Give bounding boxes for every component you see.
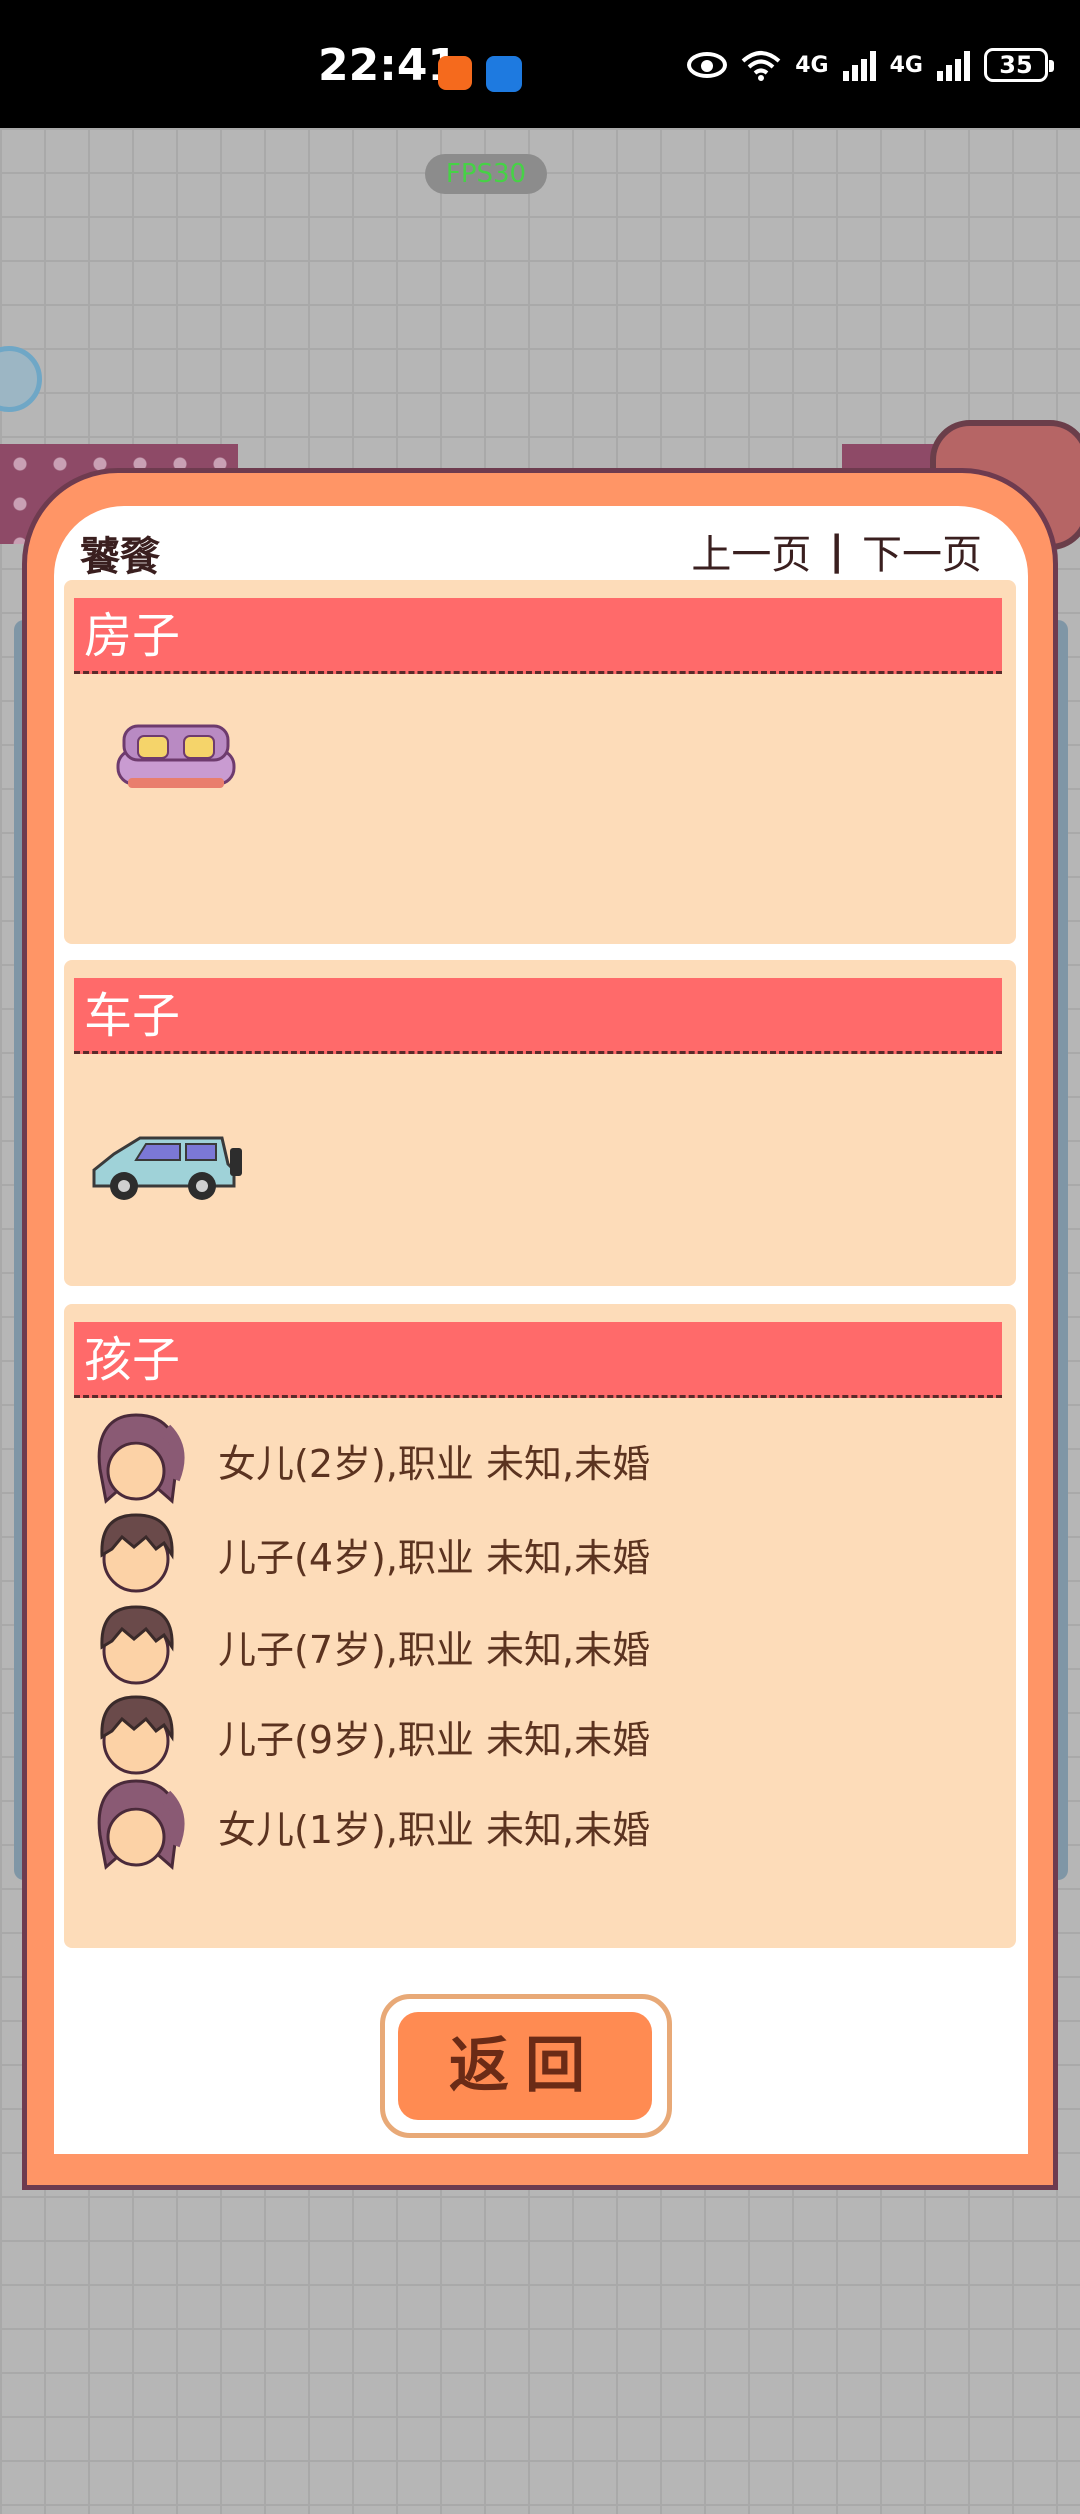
children-section: 孩子 女儿(2岁),职业 未知,未婚 儿子(4岁),职业 未知,未婚 儿子(7岁… [64, 1304, 1016, 1948]
girl-avatar-icon [97, 1779, 185, 1870]
child-row[interactable]: 儿子(4岁),职业 未知,未婚 [86, 1506, 650, 1602]
child-row[interactable]: 儿子(9岁),职业 未知,未婚 [86, 1688, 650, 1784]
wifi-icon [741, 51, 781, 81]
house-section-title: 房子 [74, 598, 1002, 674]
network-label-1: 4G [795, 52, 829, 78]
car-icon[interactable] [88, 1124, 244, 1204]
signal-icon-2 [937, 49, 970, 81]
status-icons: 4G 4G 35 [687, 48, 1054, 82]
battery-icon: 35 [984, 48, 1054, 82]
car-section: 车子 [64, 960, 1016, 1286]
girl-avatar-icon [97, 1413, 185, 1504]
children-section-title: 孩子 [74, 1322, 1002, 1398]
child-description: 女儿(1岁),职业 未知,未婚 [218, 1807, 651, 1852]
next-page-button[interactable]: 下一页 [862, 522, 982, 580]
app-notification-icon-2 [486, 56, 522, 92]
car-section-title: 车子 [74, 978, 1002, 1054]
boy-avatar-icon [100, 1695, 174, 1775]
battery-level: 35 [999, 51, 1033, 79]
fps-counter: FPS30 [425, 154, 547, 194]
boy-avatar-icon [100, 1605, 174, 1685]
house-section: 房子 [64, 580, 1016, 944]
sofa-icon[interactable] [114, 720, 238, 792]
child-row[interactable]: 女儿(1岁),职业 未知,未婚 [86, 1778, 650, 1874]
app-notification-icon [438, 56, 472, 90]
player-name: 饕餮 [80, 534, 160, 580]
signal-icon [842, 49, 876, 81]
nav-separator: | [829, 528, 844, 574]
child-description: 儿子(9岁),职业 未知,未婚 [218, 1717, 651, 1762]
child-row[interactable]: 儿子(7岁),职业 未知,未婚 [86, 1598, 650, 1694]
network-label-2: 4G [889, 52, 923, 78]
page-nav: 上一页 | 下一页 [691, 522, 982, 580]
eye-icon [687, 52, 728, 78]
status-bar: 22:41 4G 4G 35 [0, 0, 1080, 128]
prev-page-button[interactable]: 上一页 [691, 522, 811, 580]
child-description: 儿子(7岁),职业 未知,未婚 [218, 1627, 651, 1672]
child-row[interactable]: 女儿(2岁),职业 未知,未婚 [86, 1412, 650, 1508]
child-description: 儿子(4岁),职业 未知,未婚 [218, 1535, 651, 1580]
boy-avatar-icon [100, 1513, 174, 1593]
return-button[interactable]: 返回 [398, 2012, 652, 2120]
child-description: 女儿(2岁),职业 未知,未婚 [218, 1441, 651, 1486]
